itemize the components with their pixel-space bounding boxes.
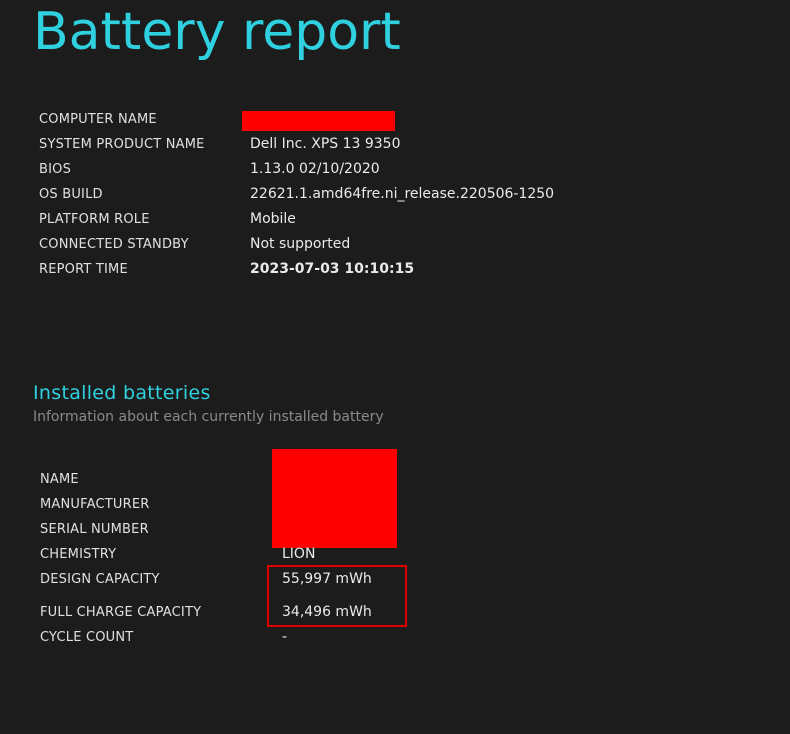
capacity-highlight-box (267, 565, 407, 627)
battery-label: DESIGN CAPACITY (40, 572, 160, 587)
info-label: BIOS (39, 162, 72, 177)
battery-value: - (282, 629, 288, 645)
battery-row-serial-number: SERIAL NUMBER (40, 520, 740, 540)
battery-label: CYCLE COUNT (40, 630, 134, 645)
info-value: Dell Inc. XPS 13 9350 (250, 136, 401, 152)
battery-label: NAME (40, 472, 79, 487)
info-row-product-name: SYSTEM PRODUCT NAME Dell Inc. XPS 13 935… (39, 135, 739, 155)
info-label: PLATFORM ROLE (39, 212, 150, 227)
info-row-bios: BIOS 1.13.0 02/10/2020 (39, 160, 739, 180)
info-row-connected-standby: CONNECTED STANDBY Not supported (39, 235, 739, 255)
section-heading: Installed batteries (33, 382, 211, 404)
info-label: OS BUILD (39, 187, 103, 202)
info-row-computer-name: COMPUTER NAME (39, 110, 739, 131)
info-row-os-build: OS BUILD 22621.1.amd64fre.ni_release.220… (39, 185, 739, 205)
redacted-computer-name (242, 111, 395, 131)
battery-row-name: NAME (40, 470, 740, 490)
info-value: Mobile (250, 211, 296, 227)
info-label: REPORT TIME (39, 262, 128, 277)
info-label: COMPUTER NAME (39, 112, 157, 127)
info-value: 2023-07-03 10:10:15 (250, 261, 415, 277)
battery-label: CHEMISTRY (40, 547, 117, 562)
battery-row-cycle-count: CYCLE COUNT - (40, 628, 740, 648)
battery-label: FULL CHARGE CAPACITY (40, 605, 202, 620)
battery-label: MANUFACTURER (40, 497, 150, 512)
section-subtitle: Information about each currently install… (33, 409, 384, 425)
info-value: Not supported (250, 236, 351, 252)
info-value: 1.13.0 02/10/2020 (250, 161, 380, 177)
page-title: Battery report (33, 2, 401, 62)
battery-row-manufacturer: MANUFACTURER (40, 495, 740, 515)
info-row-platform-role: PLATFORM ROLE Mobile (39, 210, 739, 230)
battery-value: LION (282, 546, 316, 562)
info-label: SYSTEM PRODUCT NAME (39, 137, 205, 152)
battery-label: SERIAL NUMBER (40, 522, 149, 537)
info-label: CONNECTED STANDBY (39, 237, 189, 252)
info-value: 22621.1.amd64fre.ni_release.220506-1250 (250, 186, 555, 202)
info-row-report-time: REPORT TIME 2023-07-03 10:10:15 (39, 260, 739, 280)
battery-row-chemistry: CHEMISTRY LION (40, 545, 740, 565)
